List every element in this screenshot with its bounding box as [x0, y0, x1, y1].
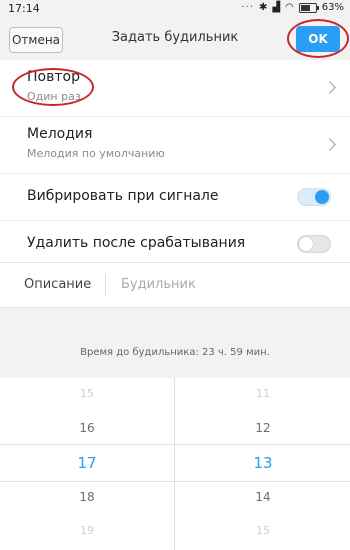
settings-list: Повтор Один раз Мелодия Мелодия по умолч…: [0, 60, 350, 268]
description-row: Описание Будильник: [0, 262, 350, 308]
hour-selected[interactable]: 17: [0, 454, 174, 472]
time-remaining-text: Время до будильника: 23 ч. 59 мин.: [80, 347, 270, 358]
description-label: Описание: [24, 277, 92, 292]
picker-divider: [174, 378, 175, 550]
status-time: 17:14: [8, 2, 40, 15]
minute-option[interactable]: 14: [176, 490, 350, 504]
melody-label: Мелодия: [27, 126, 93, 142]
melody-value: Мелодия по умолчанию: [27, 147, 165, 160]
hour-option[interactable]: 15: [0, 387, 174, 400]
divider: [105, 274, 106, 296]
delete-after-label: Удалить после срабатывания: [27, 235, 246, 251]
hour-option[interactable]: 16: [0, 421, 174, 435]
title-bar: Отмена Задать будильник OK: [0, 18, 350, 61]
minute-option[interactable]: 12: [176, 421, 350, 435]
repeat-row[interactable]: Повтор Один раз: [0, 60, 350, 117]
toggle-knob: [299, 237, 313, 251]
battery-percent: 63%: [321, 2, 344, 13]
toggle-knob: [315, 190, 329, 204]
annotation-circle-ok: [287, 19, 349, 58]
vibrate-label: Вибрировать при сигнале: [27, 188, 219, 204]
delete-after-row: Удалить после срабатывания: [0, 221, 350, 268]
minute-option[interactable]: 11: [176, 387, 350, 400]
hour-option[interactable]: 18: [0, 490, 174, 504]
delete-after-toggle[interactable]: [297, 235, 331, 253]
chevron-right-icon: [323, 138, 336, 151]
vibrate-toggle[interactable]: [297, 188, 331, 206]
minute-selected[interactable]: 13: [176, 454, 350, 472]
wifi-icon: ◠: [285, 2, 294, 13]
status-bar: 17:14 ··· ✱ ▟ ◠ 63%: [0, 0, 350, 18]
description-input[interactable]: Будильник: [121, 277, 196, 292]
vibrate-row: Вибрировать при сигнале: [0, 174, 350, 221]
notification-dots-icon: ···: [241, 2, 254, 13]
minute-wheel[interactable]: 11 12 13 14 15: [176, 378, 350, 550]
annotation-circle-repeat: [12, 68, 94, 106]
hour-wheel[interactable]: 15 16 17 18 19: [0, 378, 174, 550]
minute-option[interactable]: 15: [176, 524, 350, 537]
melody-row[interactable]: Мелодия Мелодия по умолчанию: [0, 117, 350, 174]
signal-icon: ▟: [272, 2, 281, 13]
battery-icon: [298, 2, 319, 13]
chevron-right-icon: [323, 81, 336, 94]
status-icons: ··· ✱ ▟ ◠ 63%: [241, 2, 344, 13]
hour-option[interactable]: 19: [0, 524, 174, 537]
time-picker: 15 16 17 18 19 11 12 13 14 15: [0, 378, 350, 550]
bluetooth-icon: ✱: [258, 2, 268, 13]
